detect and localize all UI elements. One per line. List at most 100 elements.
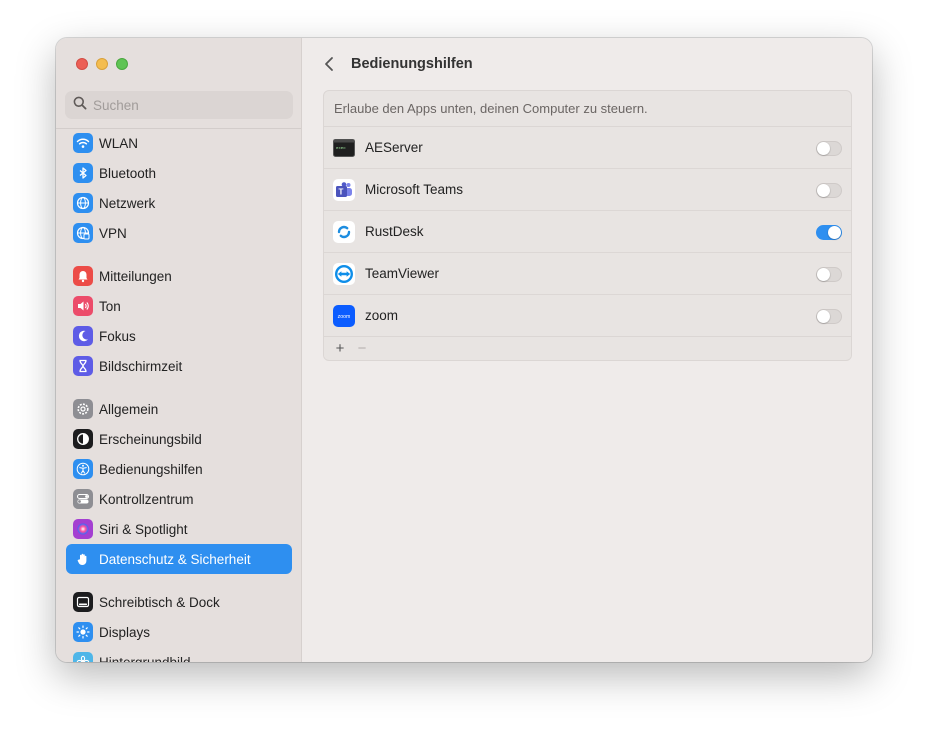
- bell-icon: [73, 266, 93, 286]
- toggle-knob: [817, 184, 830, 197]
- appearance-icon: [73, 429, 93, 449]
- gear-icon: [73, 399, 93, 419]
- svg-text:T: T: [339, 187, 344, 196]
- globe-icon: [73, 193, 93, 213]
- traffic-lights: [76, 58, 128, 70]
- accessibility-icon: [73, 459, 93, 479]
- app-row-microsoft-teams: T Microsoft Teams: [324, 169, 851, 211]
- app-name: Microsoft Teams: [365, 182, 464, 197]
- app-row-teamviewer: TeamViewer: [324, 253, 851, 295]
- sidebar-item-siri-und-spotlight[interactable]: Siri & Spotlight: [66, 514, 292, 544]
- svg-text:zoom: zoom: [338, 314, 351, 320]
- sidebar-item-wlan[interactable]: WLAN: [66, 128, 292, 158]
- teamviewer-icon: [333, 262, 355, 285]
- sidebar-nav: WLAN Bluetooth Netzwerk VPN Mitteilungen…: [66, 128, 292, 662]
- main-pane: Bedienungshilfen Erlaube den Apps unten,…: [303, 38, 872, 662]
- moon-icon: [73, 326, 93, 346]
- sidebar-item-kontrollzentrum[interactable]: Kontrollzentrum: [66, 484, 292, 514]
- add-app-button[interactable]: +: [330, 338, 350, 358]
- sidebar-item-allgemein[interactable]: Allgemein: [66, 394, 292, 424]
- page-title: Bedienungshilfen: [351, 56, 473, 72]
- sidebar-item-label: Allgemein: [99, 401, 159, 417]
- sidebar-item-label: Bildschirmzeit: [99, 358, 183, 374]
- sidebar-item-label: Kontrollzentrum: [99, 491, 194, 507]
- chevron-left-icon: [325, 57, 333, 71]
- sidebar-item-label: Ton: [99, 298, 121, 314]
- close-window-button[interactable]: [76, 58, 88, 70]
- sidebar-item-label: Datenschutz & Sicherheit: [99, 551, 251, 567]
- teamviewer-access-toggle[interactable]: [816, 267, 842, 282]
- sidebar-item-label: Bluetooth: [99, 165, 157, 181]
- minimize-window-button[interactable]: [96, 58, 108, 70]
- app-name: zoom: [365, 308, 399, 323]
- list-footer: + −: [324, 337, 851, 359]
- panel-description: Erlaube den Apps unten, deinen Computer …: [324, 91, 851, 127]
- sidebar-item-netzwerk[interactable]: Netzwerk: [66, 188, 292, 218]
- sidebar-item-label: WLAN: [99, 135, 139, 151]
- sidebar-item-erscheinungsbild[interactable]: Erscheinungsbild: [66, 424, 292, 454]
- sidebar-item-vpn[interactable]: VPN: [66, 218, 292, 248]
- sidebar-item-label: Erscheinungsbild: [99, 431, 202, 447]
- toggle-knob: [817, 142, 830, 155]
- teams-icon: T: [333, 178, 355, 201]
- sidebar-item-label: Schreibtisch & Dock: [99, 594, 220, 610]
- apps-list-panel: Erlaube den Apps unten, deinen Computer …: [323, 90, 852, 361]
- app-row-aeserver: exec AEServer: [324, 127, 851, 169]
- wifi-icon: [73, 133, 93, 153]
- sidebar-item-schreibtisch-und-dock[interactable]: Schreibtisch & Dock: [66, 587, 292, 617]
- sidebar-item-displays[interactable]: Displays: [66, 617, 292, 647]
- sidebar-item-mitteilungen[interactable]: Mitteilungen: [66, 261, 292, 291]
- zoom-window-button[interactable]: [116, 58, 128, 70]
- terminal-icon: exec: [333, 137, 355, 159]
- app-row-zoom: zoom zoom: [324, 295, 851, 337]
- svg-text:exec: exec: [336, 147, 346, 151]
- vpn-globe-icon: [73, 223, 93, 243]
- zoom-access-toggle[interactable]: [816, 309, 842, 324]
- sidebar-item-bluetooth[interactable]: Bluetooth: [66, 158, 292, 188]
- rustdesk-access-toggle[interactable]: [816, 225, 842, 240]
- zoom-icon: zoom: [333, 304, 355, 327]
- toggles-icon: [73, 489, 93, 509]
- wallpaper-icon: [73, 652, 93, 662]
- app-name: AEServer: [365, 140, 423, 155]
- sidebar-item-bildschirmzeit[interactable]: Bildschirmzeit: [66, 351, 292, 381]
- sidebar-item-ton[interactable]: Ton: [66, 291, 292, 321]
- search-input[interactable]: [93, 97, 283, 113]
- hand-icon: [73, 549, 93, 569]
- search-field[interactable]: [65, 91, 293, 119]
- toggle-knob: [817, 310, 830, 323]
- app-name: RustDesk: [365, 224, 424, 239]
- sidebar-item-fokus[interactable]: Fokus: [66, 321, 292, 351]
- app-rows: exec AEServer T Microsoft Teams RustDesk…: [324, 127, 851, 337]
- system-settings-window: WLAN Bluetooth Netzwerk VPN Mitteilungen…: [56, 38, 872, 662]
- sun-icon: [73, 622, 93, 642]
- sidebar-item-bedienungshilfen[interactable]: Bedienungshilfen: [66, 454, 292, 484]
- sidebar-item-label: Bedienungshilfen: [99, 461, 203, 477]
- header: Bedienungshilfen: [321, 54, 473, 74]
- remove-app-button[interactable]: −: [352, 338, 372, 358]
- toggle-knob: [828, 226, 841, 239]
- hourglass-icon: [73, 356, 93, 376]
- speaker-icon: [73, 296, 93, 316]
- back-button[interactable]: [321, 54, 337, 74]
- toggle-knob: [817, 268, 830, 281]
- sidebar-item-label: Siri & Spotlight: [99, 521, 188, 537]
- sidebar-item-label: Netzwerk: [99, 195, 156, 211]
- sidebar-item-hintergrundbild[interactable]: Hintergrundbild: [66, 647, 292, 662]
- rustdesk-icon: [333, 220, 355, 243]
- microsoft-teams-access-toggle[interactable]: [816, 183, 842, 198]
- sidebar: WLAN Bluetooth Netzwerk VPN Mitteilungen…: [56, 38, 302, 662]
- aeserver-access-toggle[interactable]: [816, 141, 842, 156]
- bluetooth-icon: [73, 163, 93, 183]
- sidebar-item-datenschutz-und-sicherheit[interactable]: Datenschutz & Sicherheit: [66, 544, 292, 574]
- sidebar-item-label: Displays: [99, 624, 151, 640]
- siri-icon: [73, 519, 93, 539]
- dock-icon: [73, 592, 93, 612]
- sidebar-item-label: Fokus: [99, 328, 136, 344]
- search-icon: [73, 96, 87, 115]
- app-name: TeamViewer: [365, 266, 440, 281]
- sidebar-item-label: Mitteilungen: [99, 268, 172, 284]
